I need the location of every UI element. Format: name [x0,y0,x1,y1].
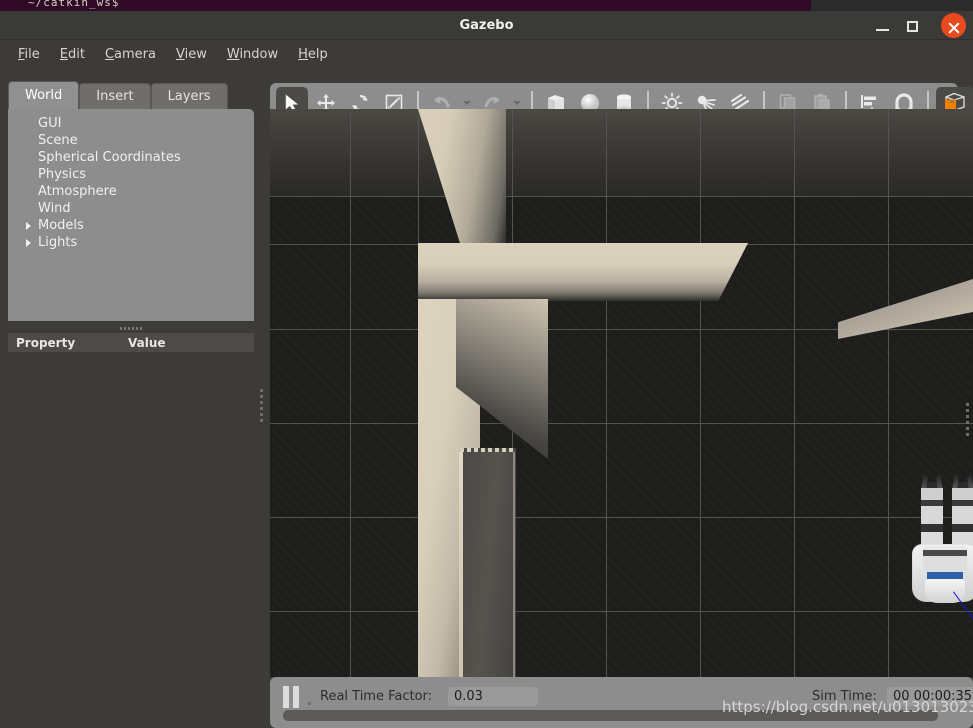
menu-file[interactable]: File [8,43,50,66]
tree-item-atmosphere-label: Atmosphere [38,184,117,199]
tree-item-models[interactable]: Models [8,217,254,234]
close-button[interactable] [940,11,967,40]
expand-chevron-right-icon[interactable] [26,239,31,247]
grid-line [270,196,973,197]
robot-left-gripper[interactable] [921,474,943,488]
tree-item-physics[interactable]: Physics [8,166,254,183]
column-header-property: Property [16,335,76,350]
tree-item-physics-label: Physics [38,167,87,182]
expand-chevron-right-icon[interactable] [26,222,31,230]
door-panel[interactable] [460,449,516,677]
splitter-grip-icon [260,389,263,422]
left-panel: World Insert Layers GUI Scene Spherical … [8,81,254,728]
watermark-url: https://blog.csdn.net/u013013023 [722,698,973,716]
menu-window[interactable]: Window [217,43,288,66]
door-edge [459,452,463,677]
tab-insert[interactable]: Insert [79,83,151,109]
tree-item-wind-label: Wind [38,201,71,216]
tree-item-wind[interactable]: Wind [8,200,254,217]
minimize-icon [876,29,889,31]
background-terminal-text: ~/catkin_ws$ [28,0,120,9]
grid-line [350,109,351,677]
maximize-icon [907,21,918,32]
panel-vertical-splitter[interactable] [8,323,254,333]
tree-item-gui[interactable]: GUI [8,115,254,132]
menu-window-rest: indow [239,47,279,62]
pause-icon [283,686,289,708]
world-tree: GUI Scene Spherical Coordinates Physics … [8,109,254,321]
menu-help[interactable]: Help [288,43,338,66]
grid-line [270,423,973,424]
property-table-body [8,352,254,728]
chevron-down-icon [513,101,521,105]
tree-item-atmosphere[interactable]: Atmosphere [8,183,254,200]
menu-camera-rest: amera [114,47,156,62]
render-viewport[interactable] [270,109,973,677]
main-horizontal-splitter[interactable] [256,69,268,728]
door-top-trim [460,448,516,452]
real-time-factor-value: 0.03 [448,687,538,706]
real-time-factor-label: Real Time Factor: [320,689,433,704]
tree-item-spherical-coordinates-label: Spherical Coordinates [38,150,181,165]
grid-line [700,109,701,677]
menubar: File Edit Camera View Window Help [0,40,973,69]
wall-horizontal[interactable] [418,243,748,301]
menu-view-rest: iew [184,47,207,62]
chevron-down-icon [463,101,471,105]
window-body: World Insert Layers GUI Scene Spherical … [0,69,973,728]
status-indicator-dot [308,702,311,705]
menu-help-rest: elp [307,47,328,62]
column-header-value: Value [128,335,166,350]
splitter-grip-icon [966,403,969,436]
viewport-vertical-splitter[interactable] [961,123,973,677]
tab-layers[interactable]: Layers [150,83,228,109]
menu-file-rest: ile [24,47,40,62]
window-title: Gazebo [459,18,514,33]
tree-item-scene[interactable]: Scene [8,132,254,149]
pause-button[interactable] [280,685,302,709]
close-icon [941,13,966,38]
grid-line [888,109,889,677]
left-panel-tabbar: World Insert Layers [8,81,254,109]
right-area: » Real Time Factor: 0.03 Sim Time: 00 00… [268,69,973,728]
menu-edit-rest: dit [68,47,85,62]
pause-icon [293,686,299,708]
door-edge-far [513,452,515,677]
splitter-grip-icon [120,326,142,330]
tree-item-gui-label: GUI [38,116,62,131]
menu-edit[interactable]: Edit [50,43,95,66]
tree-item-models-label: Models [38,218,84,233]
sky-background [270,109,973,196]
menu-view[interactable]: View [166,43,217,66]
grid-line [794,109,795,677]
grid-line [606,109,607,677]
grid-line [270,517,973,518]
tree-item-lights[interactable]: Lights [8,234,254,251]
toolbar-overflow-indicator[interactable]: » [949,97,954,107]
menu-camera[interactable]: Camera [95,43,166,66]
gazebo-window: Gazebo File Edit Camera View Window Help… [0,11,973,728]
tree-item-scene-label: Scene [38,133,78,148]
grid-line [270,611,973,612]
property-table-header: Property Value [8,333,254,352]
tree-item-spherical-coordinates[interactable]: Spherical Coordinates [8,149,254,166]
tab-world[interactable]: World [8,81,80,109]
maximize-button[interactable] [898,11,927,40]
window-titlebar: Gazebo [0,11,973,40]
tree-item-lights-label: Lights [38,235,78,250]
minimize-button[interactable] [868,11,897,40]
background-terminal-window: ~/catkin_ws$ [0,0,811,11]
robot-blue-stripe [927,572,963,579]
